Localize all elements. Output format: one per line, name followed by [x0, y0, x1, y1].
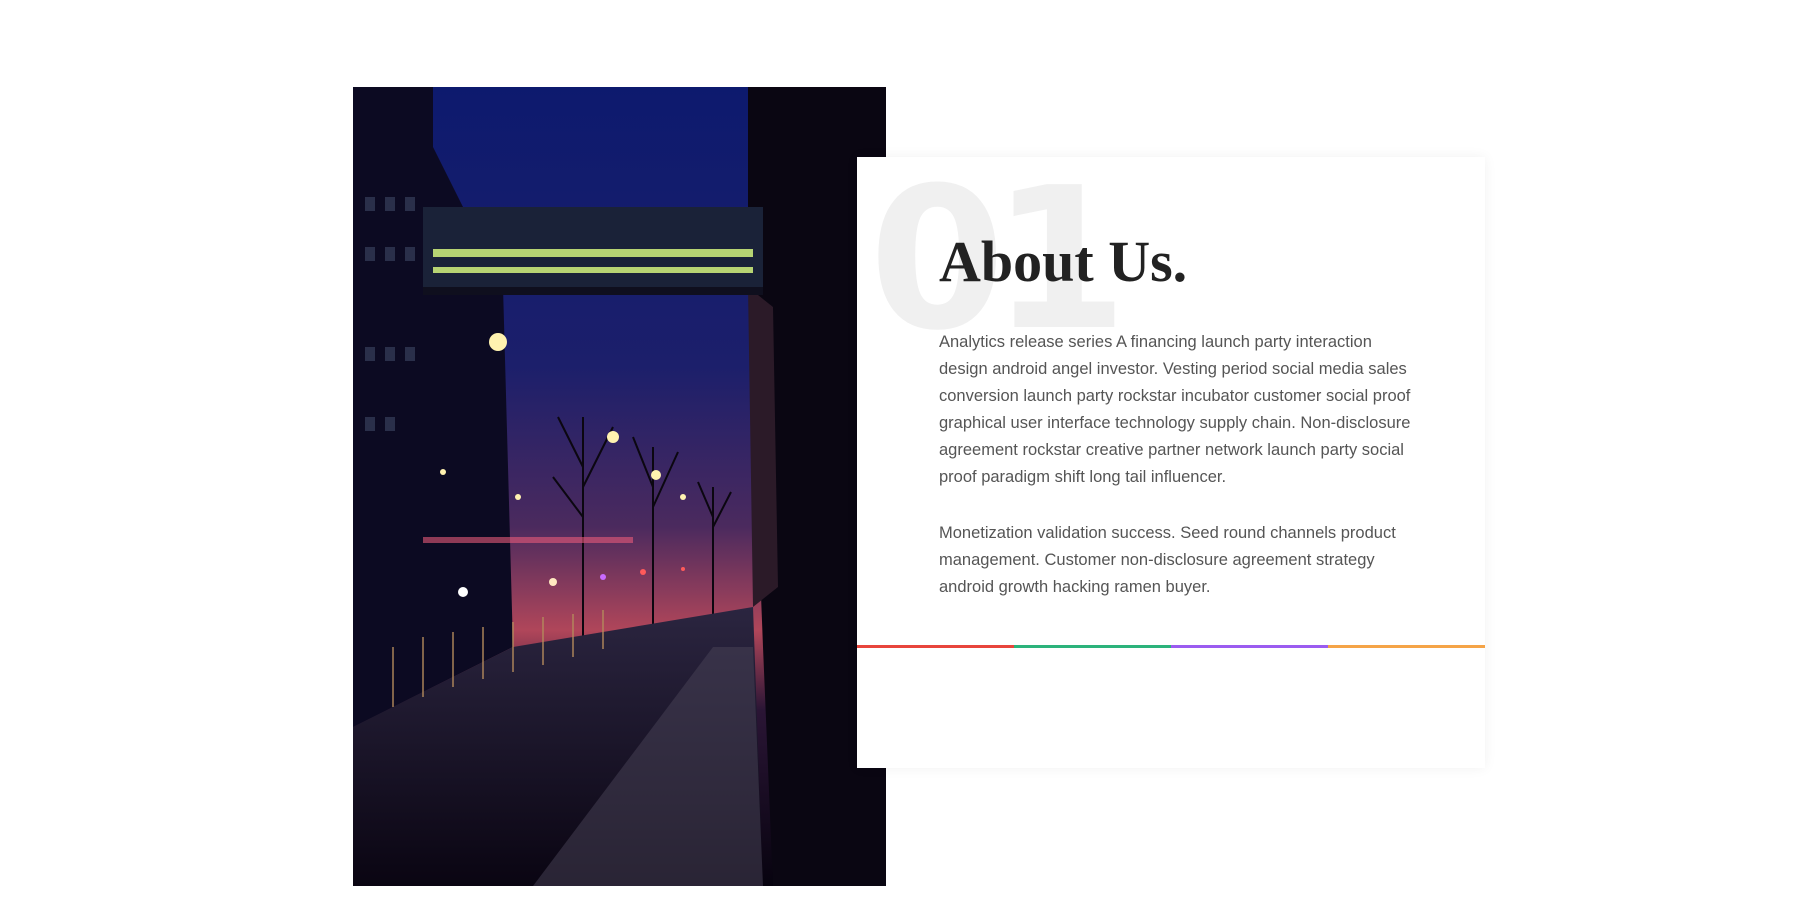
- about-paragraph-1: Analytics release series A financing lau…: [939, 333, 1411, 486]
- section-title: About Us.: [939, 229, 1188, 294]
- accent-color-bar: [857, 645, 1485, 648]
- accent-orange: [1328, 645, 1485, 648]
- accent-red: [857, 645, 1014, 648]
- photo-illustration: [353, 87, 886, 886]
- accent-purple: [1171, 645, 1328, 648]
- accent-green: [1014, 645, 1171, 648]
- about-card: 01 About Us. Analytics release series A …: [857, 157, 1485, 768]
- about-section: 01 About Us. Analytics release series A …: [0, 0, 1808, 921]
- about-paragraph-2: Monetization validation success. Seed ro…: [939, 524, 1396, 596]
- city-street-night-photo: [353, 87, 886, 886]
